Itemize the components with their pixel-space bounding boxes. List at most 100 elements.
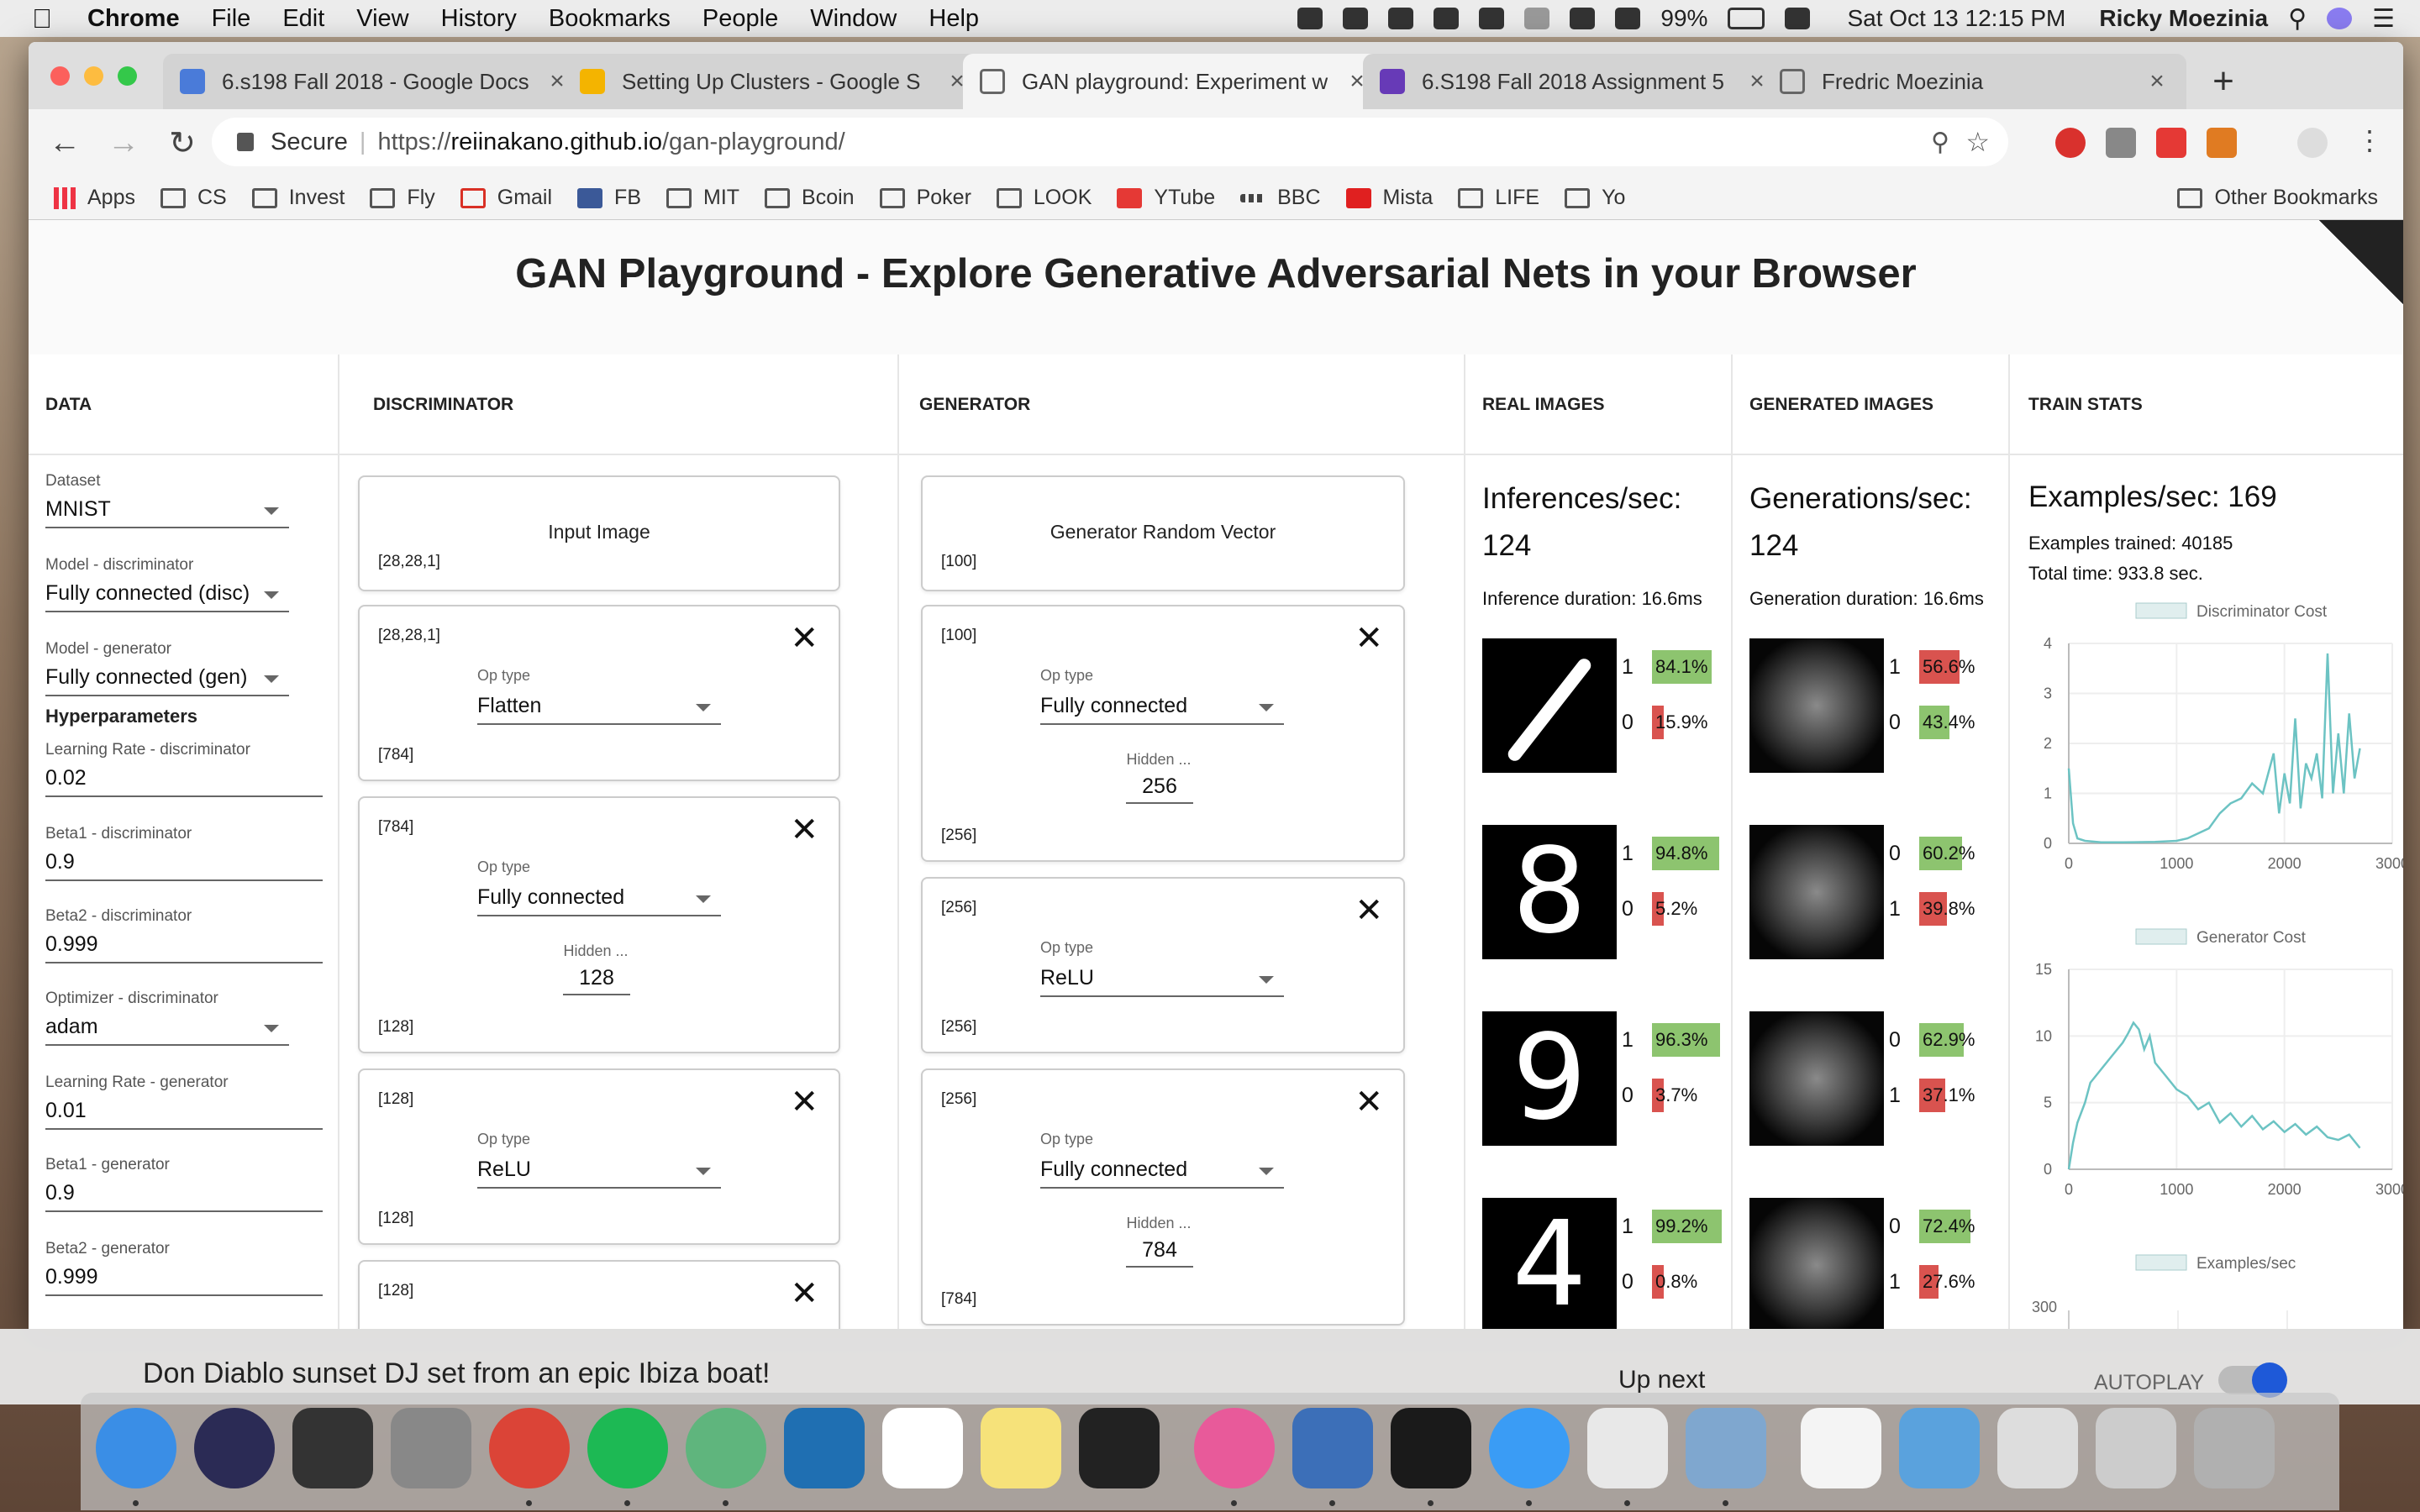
field-value[interactable]: 0.01 [45,1099,323,1130]
optimizer-discriminator-select[interactable]: Optimizer - discriminator adam [45,990,289,1046]
menu-help[interactable]: Help [929,5,979,33]
field-value[interactable]: Fully connected (disc) [45,581,289,612]
lr-discriminator-input[interactable]: Learning Rate - discriminator 0.02 [45,741,323,797]
remove-layer-icon[interactable]: ✕ [790,622,818,655]
remove-layer-icon[interactable]: ✕ [1355,894,1383,927]
menu-bookmarks[interactable]: Bookmarks [549,5,671,33]
field-value[interactable]: 0.02 [45,766,323,797]
field-value[interactable]: adam [45,1015,289,1046]
folder-icon[interactable] [1899,1408,1980,1488]
user-name[interactable]: Ricky Moezinia [2099,5,2268,32]
field-value[interactable]: 0.999 [45,932,323,963]
hidden-units-input[interactable]: 784 [1126,1238,1193,1268]
remove-layer-icon[interactable]: ✕ [790,813,818,847]
new-tab-button[interactable]: + [2202,60,2245,104]
atom-icon[interactable] [686,1408,766,1488]
trash-icon[interactable] [2194,1408,2275,1488]
volume-icon[interactable] [1615,8,1641,29]
zoom-icon[interactable]: ⚲ [1931,128,1949,157]
preview-icon[interactable] [1686,1408,1766,1488]
cloud-icon[interactable] [1297,8,1323,29]
bookmark-mista[interactable]: Mista [1345,186,1433,210]
apple-icon[interactable]:  [32,3,52,34]
virtualbox-icon[interactable] [1292,1408,1373,1488]
terminal-icon[interactable] [1079,1408,1160,1488]
bookmark-ytube[interactable]: YTube [1117,186,1215,210]
launchpad-icon[interactable] [391,1408,471,1488]
menu-edit[interactable]: Edit [282,5,324,33]
itunes-icon[interactable] [1194,1408,1275,1488]
bookmark-other[interactable]: Other Bookmarks [2177,186,2378,210]
documents-icon[interactable] [1801,1408,1881,1488]
bookmark-bcoin[interactable]: Bcoin [765,186,855,210]
forward-button[interactable]: → [94,125,153,161]
bookmark-invest[interactable]: Invest [251,186,345,210]
youtube-extension-icon[interactable] [2156,128,2186,158]
siri-icon[interactable] [194,1408,275,1488]
lock-icon[interactable] [237,133,254,151]
bookmark-star-icon[interactable]: ☆ [1965,126,1990,158]
op-type-select[interactable]: Fully connected [1040,1158,1284,1189]
back-button[interactable]: ← [35,125,94,161]
spotlight-icon[interactable]: ⚲ [2288,4,2307,34]
bookmark-mit[interactable]: MIT [666,186,739,210]
chrome-icon[interactable] [489,1408,570,1488]
bluetooth-icon[interactable] [1524,8,1550,29]
messages-icon[interactable] [1489,1408,1570,1488]
time-machine-icon[interactable] [1479,8,1505,29]
op-type-select[interactable]: Flatten [477,694,721,725]
bookmark-apps[interactable]: Apps [54,186,135,210]
activity-monitor-icon[interactable] [1391,1408,1471,1488]
reload-button[interactable]: ↻ [153,124,212,162]
hidden-units-input[interactable]: 128 [563,966,630,995]
op-type-select[interactable]: ReLU [1040,966,1284,997]
address-bar[interactable]: Secure | https:// reiinakano.github.io /… [212,118,2008,166]
chrome-window-icon[interactable] [1997,1408,2078,1488]
github-corner-icon[interactable] [2319,220,2403,304]
remove-layer-icon[interactable]: ✕ [1355,622,1383,655]
siri-menubar-icon[interactable] [2327,8,2353,29]
slack-icon[interactable] [1587,1408,1668,1488]
menu-window[interactable]: Window [810,5,897,33]
tab-gan-playground[interactable]: GAN playground: Experiment w × [963,54,1386,109]
bookmark-poker[interactable]: Poker [879,186,971,210]
field-value[interactable]: MNIST [45,497,289,528]
model-generator-select[interactable]: Model - generator Fully connected (gen) [45,640,289,696]
notes-icon[interactable] [981,1408,1061,1488]
maximize-window-button[interactable] [118,66,137,86]
notification-center-icon[interactable]: ☰ [2372,4,2395,34]
adblock-icon[interactable] [2055,128,2086,158]
extension-icon[interactable] [2106,128,2136,158]
beta2-generator-input[interactable]: Beta2 - generator 0.999 [45,1240,323,1296]
field-value[interactable]: 0.9 [45,1181,323,1212]
model-discriminator-select[interactable]: Model - discriminator Fully connected (d… [45,556,289,612]
chrome-menu-icon[interactable]: ⋮ [2356,124,2383,156]
dataset-select[interactable]: Dataset MNIST [45,472,289,528]
menu-file[interactable]: File [212,5,251,33]
video-title[interactable]: Don Diablo sunset DJ set from an epic Ib… [143,1357,771,1390]
op-type-select[interactable]: ReLU [477,1158,721,1189]
field-value[interactable]: 0.9 [45,850,323,881]
remove-layer-icon[interactable]: ✕ [1355,1085,1383,1119]
minimize-window-button[interactable] [84,66,103,86]
close-window-button[interactable] [50,66,70,86]
tab-fredric-moezinia[interactable]: Fredric Moezinia × [1763,54,2186,109]
hidden-units-input[interactable]: 256 [1126,774,1193,804]
bookmark-yo[interactable]: Yo [1565,186,1625,210]
menu-people[interactable]: People [702,5,778,33]
bookmark-fb[interactable]: FB [577,186,641,210]
photo-booth-icon[interactable] [292,1408,373,1488]
beta1-discriminator-input[interactable]: Beta1 - discriminator 0.9 [45,825,323,881]
tab-google-forms[interactable]: 6.S198 Fall 2018 Assignment 5 × [1363,54,1786,109]
battery-percent[interactable]: 99% [1660,5,1707,32]
field-value[interactable]: 0.999 [45,1265,323,1296]
bookmark-bbc[interactable]: BBC [1240,186,1321,210]
menu-view[interactable]: View [356,5,408,33]
docker-icon[interactable] [1343,8,1369,29]
backup-icon[interactable] [1434,8,1460,29]
bookmark-gmail[interactable]: Gmail [460,186,552,210]
fox-extension-icon[interactable] [2207,128,2237,158]
clock[interactable]: Sat Oct 13 12:15 PM [1847,5,2065,32]
beta1-generator-input[interactable]: Beta1 - generator 0.9 [45,1156,323,1212]
spotify-icon[interactable] [587,1408,668,1488]
